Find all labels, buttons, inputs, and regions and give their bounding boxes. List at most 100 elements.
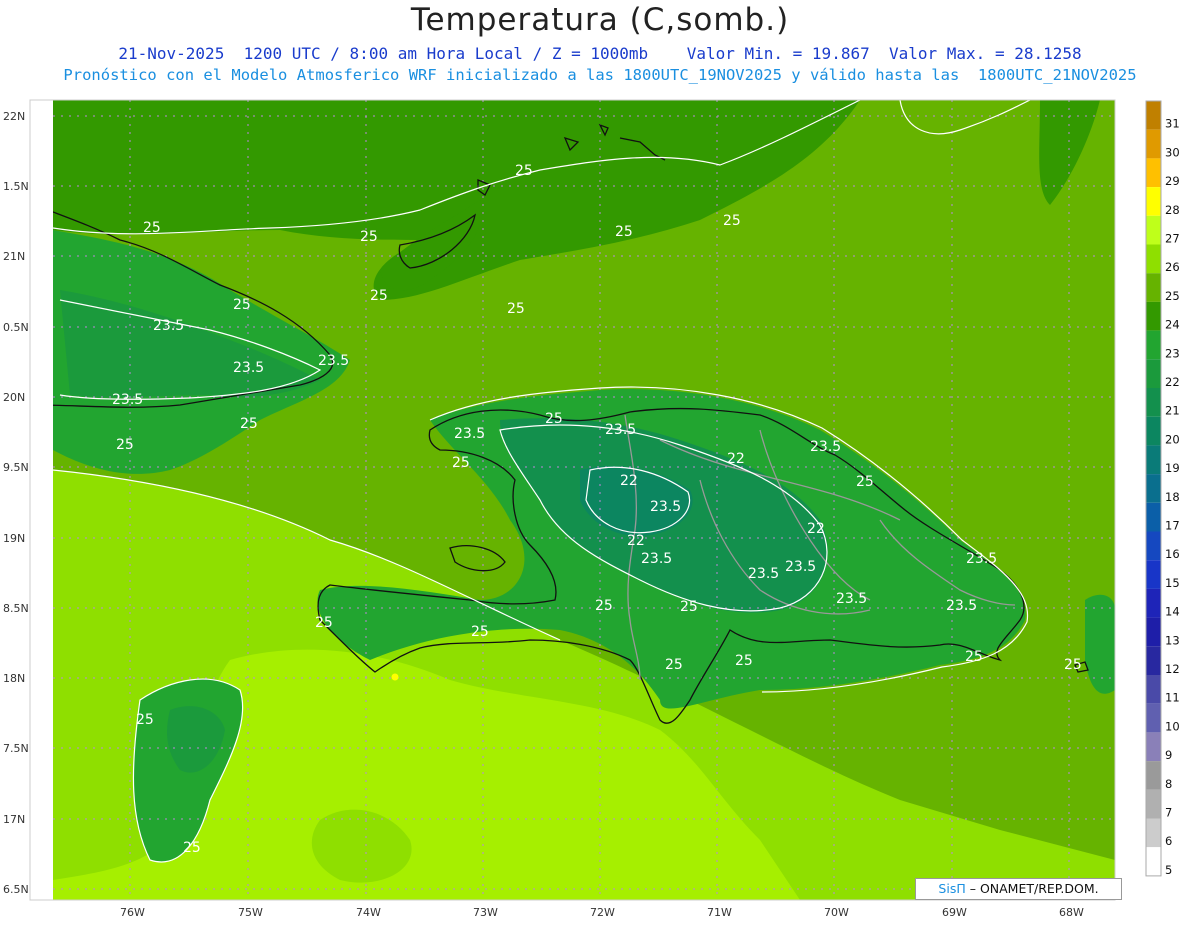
lon-tick-label: 70W (824, 906, 849, 919)
colorbar-swatch (1146, 617, 1161, 647)
lon-tick-label: 68W (1059, 906, 1084, 919)
contour-label: 25 (595, 598, 613, 614)
colorbar-swatch (1146, 847, 1161, 876)
lat-tick-label: 21N (3, 250, 25, 263)
credit-text: – ONAMET/REP.DOM. (969, 881, 1099, 896)
contour-label: 25 (545, 411, 563, 427)
contour-label: 22 (807, 521, 825, 537)
colorbar-swatch (1146, 789, 1161, 819)
colorbar-swatch (1146, 416, 1161, 446)
contour-label: 25 (507, 301, 525, 317)
colorbar-swatch (1146, 129, 1161, 159)
contour-label: 23.5 (641, 551, 672, 567)
contour-label: 23.5 (454, 426, 485, 442)
colorbar-label: 10 (1165, 719, 1180, 733)
contour-label: 23.5 (946, 598, 977, 614)
colorbar-label: 17 (1165, 519, 1180, 533)
colorbar-swatch (1146, 101, 1161, 130)
colorbar-swatch (1146, 732, 1161, 762)
colorbar-label: 16 (1165, 547, 1180, 561)
contour-label: 25 (240, 416, 258, 432)
lon-tick-label: 71W (707, 906, 732, 919)
contour-label: 25 (1064, 657, 1082, 673)
colorbar-swatch (1146, 330, 1161, 360)
contour-label: 25 (116, 437, 134, 453)
contour-label: 23.5 (836, 591, 867, 607)
colorbar-swatch (1146, 215, 1161, 245)
contour-label: 23.5 (650, 499, 681, 515)
colorbar-swatch (1146, 388, 1161, 417)
contour-label: 25 (965, 649, 983, 665)
colorbar-label: 28 (1165, 203, 1180, 217)
colorbar-label: 22 (1165, 375, 1180, 389)
contour-label: 23.5 (966, 551, 997, 567)
colorbar-label: 14 (1165, 605, 1180, 619)
colorbar-label: 6 (1165, 834, 1172, 848)
colorbar-label: 13 (1165, 633, 1180, 647)
colorbar-swatch (1146, 474, 1161, 503)
lon-tick-label: 76W (120, 906, 145, 919)
colorbar-label: 8 (1165, 777, 1172, 791)
colorbar-label: 31 (1165, 117, 1180, 131)
contour-label: 25 (723, 213, 741, 229)
colorbar-swatch (1146, 675, 1161, 704)
colorbar-swatch (1146, 273, 1161, 302)
colorbar: 31 30 29 28 27 26 25 24 23 22 21 20 19 18 17 16 15 14 13 12… (1145, 100, 1180, 877)
contour-label: 25 (735, 653, 753, 669)
lat-tick-label: 7.5N (3, 742, 29, 755)
contour-label: 25 (452, 455, 470, 471)
colorbar-label: 27 (1165, 232, 1180, 246)
colorbar-swatch (1146, 502, 1161, 532)
contour-label: 23.5 (748, 566, 779, 582)
colorbar-label: 29 (1165, 174, 1180, 188)
lat-tick-label: 18N (3, 672, 25, 685)
max-value-spot (391, 673, 399, 681)
contour-label: 25 (370, 288, 388, 304)
contour-label: 25 (183, 840, 201, 856)
lon-tick-label: 72W (590, 906, 615, 919)
contour-label: 25 (136, 712, 154, 728)
contour-label: 25 (233, 297, 251, 313)
lat-tick-label: 19N (3, 532, 25, 545)
colorbar-swatch (1146, 158, 1161, 188)
lat-tick-label: 17N (3, 813, 25, 826)
colorbar-label: 7 (1165, 806, 1172, 820)
contour-label: 25 (360, 229, 378, 245)
lon-tick-label: 69W (942, 906, 967, 919)
latitude-axis: 22N 1.5N 21N 0.5N 20N 9.5N 19N 8.5N 18N … (3, 110, 29, 896)
lat-tick-label: 9.5N (3, 461, 29, 474)
lat-tick-label: 20N (3, 391, 25, 404)
colorbar-swatch (1146, 445, 1161, 475)
colorbar-label: 24 (1165, 318, 1180, 332)
lon-tick-label: 75W (238, 906, 263, 919)
colorbar-swatch (1146, 646, 1161, 675)
colorbar-swatch (1146, 359, 1161, 388)
contour-label: 25 (856, 474, 874, 490)
lat-tick-label: 0.5N (3, 321, 29, 334)
colorbar-swatch (1146, 560, 1161, 589)
colorbar-label: 20 (1165, 432, 1180, 446)
lon-tick-label: 74W (356, 906, 381, 919)
colorbar-swatch (1146, 703, 1161, 733)
credit-box: SisΠ – ONAMET/REP.DOM. (915, 878, 1122, 900)
lon-tick-label: 73W (473, 906, 498, 919)
colorbar-label: 5 (1165, 863, 1172, 877)
contour-label: 22 (627, 533, 645, 549)
colorbar-swatch (1146, 818, 1161, 848)
contour-label: 25 (515, 163, 533, 179)
contour-label: 25 (665, 657, 683, 673)
contour-label: 25 (680, 599, 698, 615)
colorbar-label: 12 (1165, 662, 1180, 676)
contour-label: 23.5 (153, 318, 184, 334)
colorbar-swatch (1146, 531, 1161, 561)
contour-label: 23.5 (318, 353, 349, 369)
colorbar-label: 25 (1165, 289, 1180, 303)
longitude-axis: 76W 75W 74W 73W 72W 71W 70W 69W 68W (120, 906, 1084, 919)
colorbar-label: 11 (1165, 691, 1180, 705)
lat-tick-label: 8.5N (3, 602, 29, 615)
sispi-logo: SisΠ (938, 881, 966, 896)
temperature-map: 25 25 25 25 25 25 25 23.5 25 23.5 23.5 2… (3, 99, 1180, 919)
contour-label: 22 (727, 451, 745, 467)
contour-label: 25 (143, 220, 161, 236)
contour-label: 25 (315, 615, 333, 631)
